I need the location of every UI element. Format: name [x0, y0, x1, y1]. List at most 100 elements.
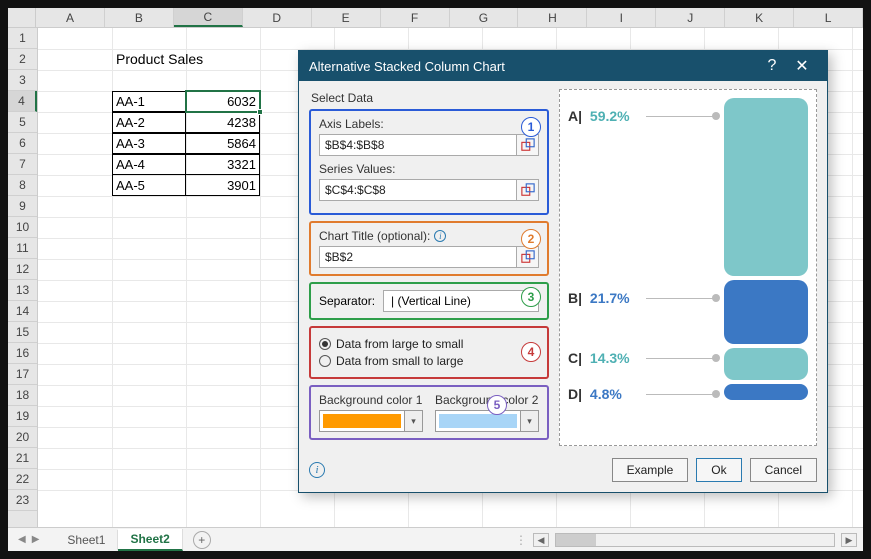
row-header[interactable]: 18: [8, 385, 37, 406]
chart-title-input[interactable]: [319, 246, 517, 268]
row-header[interactable]: 4: [8, 91, 37, 112]
row-header[interactable]: 20: [8, 427, 37, 448]
col-header-A[interactable]: A: [36, 8, 105, 27]
row-header[interactable]: 16: [8, 343, 37, 364]
col-header-B[interactable]: B: [105, 8, 174, 27]
column-header-row: A B C D E F G H I J K L: [8, 8, 863, 28]
row-header[interactable]: 17: [8, 364, 37, 385]
bg1-label: Background color 1: [319, 393, 423, 407]
range-picker-button[interactable]: [517, 246, 539, 268]
bg-color-1-select[interactable]: ▾: [319, 410, 423, 432]
fill-handle[interactable]: [257, 109, 263, 115]
cancel-button[interactable]: Cancel: [750, 458, 817, 482]
table-cell[interactable]: AA-3: [112, 133, 186, 154]
row-header[interactable]: 8: [8, 175, 37, 196]
axis-labels-input[interactable]: [319, 134, 517, 156]
table-cell[interactable]: 5864: [186, 133, 260, 154]
row-header[interactable]: 1: [8, 28, 37, 49]
radio-icon: [319, 338, 331, 350]
tab-nav[interactable]: ◀▶: [16, 534, 41, 545]
preview-block-d: [724, 384, 808, 400]
col-header-I[interactable]: I: [587, 8, 656, 27]
title-cell[interactable]: Product Sales: [112, 49, 260, 70]
scroll-right-button[interactable]: ▶: [841, 533, 857, 547]
badge-2-icon: 2: [521, 229, 541, 249]
col-header-C[interactable]: C: [174, 8, 243, 27]
range-picker-button[interactable]: [517, 179, 539, 201]
table-cell[interactable]: AA-5: [112, 175, 186, 196]
badge-4-icon: 4: [521, 342, 541, 362]
table-cell[interactable]: AA-4: [112, 154, 186, 175]
info-icon[interactable]: i: [309, 462, 325, 478]
col-header-D[interactable]: D: [243, 8, 312, 27]
col-header-L[interactable]: L: [794, 8, 863, 27]
table-cell[interactable]: 3321: [186, 154, 260, 175]
add-sheet-button[interactable]: +: [193, 531, 211, 549]
group-separator: 3 Separator: | (Vertical Line): [309, 282, 549, 320]
scroll-left-button[interactable]: ◀: [533, 533, 549, 547]
preview-stack: [724, 98, 808, 437]
col-header-E[interactable]: E: [312, 8, 381, 27]
series-values-input[interactable]: [319, 179, 517, 201]
group-chart-title: 2 Chart Title (optional): i: [309, 221, 549, 276]
row-header[interactable]: 22: [8, 469, 37, 490]
drag-dots-icon[interactable]: ⋮: [515, 533, 527, 547]
row-header[interactable]: 19: [8, 406, 37, 427]
radio-icon: [319, 355, 331, 367]
row-header[interactable]: 9: [8, 196, 37, 217]
horizontal-scrollbar[interactable]: [555, 533, 835, 547]
row-header[interactable]: 7: [8, 154, 37, 175]
select-all-corner[interactable]: [8, 8, 36, 27]
col-header-K[interactable]: K: [725, 8, 794, 27]
table-cell[interactable]: 3901: [186, 175, 260, 196]
row-header[interactable]: 23: [8, 490, 37, 511]
row-header[interactable]: 10: [8, 217, 37, 238]
help-button[interactable]: ?: [757, 57, 787, 75]
table-cell[interactable]: 6032: [186, 91, 260, 112]
range-picker-button[interactable]: [517, 134, 539, 156]
bg-color-2-select[interactable]: ▾: [435, 410, 539, 432]
row-header-col: 1 2 3 4 5 6 7 8 9 10 11 12 13 14 15 16 1…: [8, 28, 38, 527]
separator-select[interactable]: | (Vertical Line): [383, 290, 539, 312]
row-header[interactable]: 14: [8, 301, 37, 322]
row-header[interactable]: 21: [8, 448, 37, 469]
row-header[interactable]: 6: [8, 133, 37, 154]
row-header[interactable]: 3: [8, 70, 37, 91]
preview-block-c: [724, 348, 808, 380]
close-button[interactable]: ✕: [787, 56, 817, 76]
badge-3-icon: 3: [521, 287, 541, 307]
row-header[interactable]: 15: [8, 322, 37, 343]
row-header[interactable]: 11: [8, 238, 37, 259]
dialog-titlebar[interactable]: Alternative Stacked Column Chart ? ✕: [299, 51, 827, 81]
badge-1-icon: 1: [521, 117, 541, 137]
sheet-tab[interactable]: Sheet1: [55, 530, 118, 550]
col-header-F[interactable]: F: [381, 8, 450, 27]
group-background-colors: 5 Background color 1 ▾ Background color …: [309, 385, 549, 440]
row-header[interactable]: 5: [8, 112, 37, 133]
group-sort-order: 4 Data from large to small Data from sma…: [309, 326, 549, 379]
table-cell[interactable]: AA-2: [112, 112, 186, 133]
table-cell[interactable]: 4238: [186, 112, 260, 133]
sheet-tab-active[interactable]: Sheet2: [118, 529, 182, 551]
separator-label: Separator:: [319, 294, 375, 308]
ok-button[interactable]: Ok: [696, 458, 741, 482]
col-header-G[interactable]: G: [450, 8, 519, 27]
info-icon[interactable]: i: [434, 230, 446, 242]
radio-small-to-large[interactable]: Data from small to large: [319, 354, 539, 368]
row-header[interactable]: 12: [8, 259, 37, 280]
badge-5-icon: 5: [487, 395, 507, 415]
chart-title-label: Chart Title (optional): i: [319, 229, 539, 243]
row-header[interactable]: 13: [8, 280, 37, 301]
example-button[interactable]: Example: [612, 458, 689, 482]
table-cell[interactable]: AA-1: [112, 91, 186, 112]
preview-block-a: [724, 98, 808, 276]
col-header-H[interactable]: H: [518, 8, 587, 27]
select-data-label: Select Data: [311, 91, 549, 105]
col-header-J[interactable]: J: [656, 8, 725, 27]
preview-block-b: [724, 280, 808, 344]
row-header[interactable]: 2: [8, 49, 37, 70]
radio-large-to-small[interactable]: Data from large to small: [319, 337, 539, 351]
axis-labels-label: Axis Labels:: [319, 117, 539, 131]
group-data-ranges: 1 Axis Labels: Series Values:: [309, 109, 549, 215]
dialog-title: Alternative Stacked Column Chart: [309, 59, 757, 74]
